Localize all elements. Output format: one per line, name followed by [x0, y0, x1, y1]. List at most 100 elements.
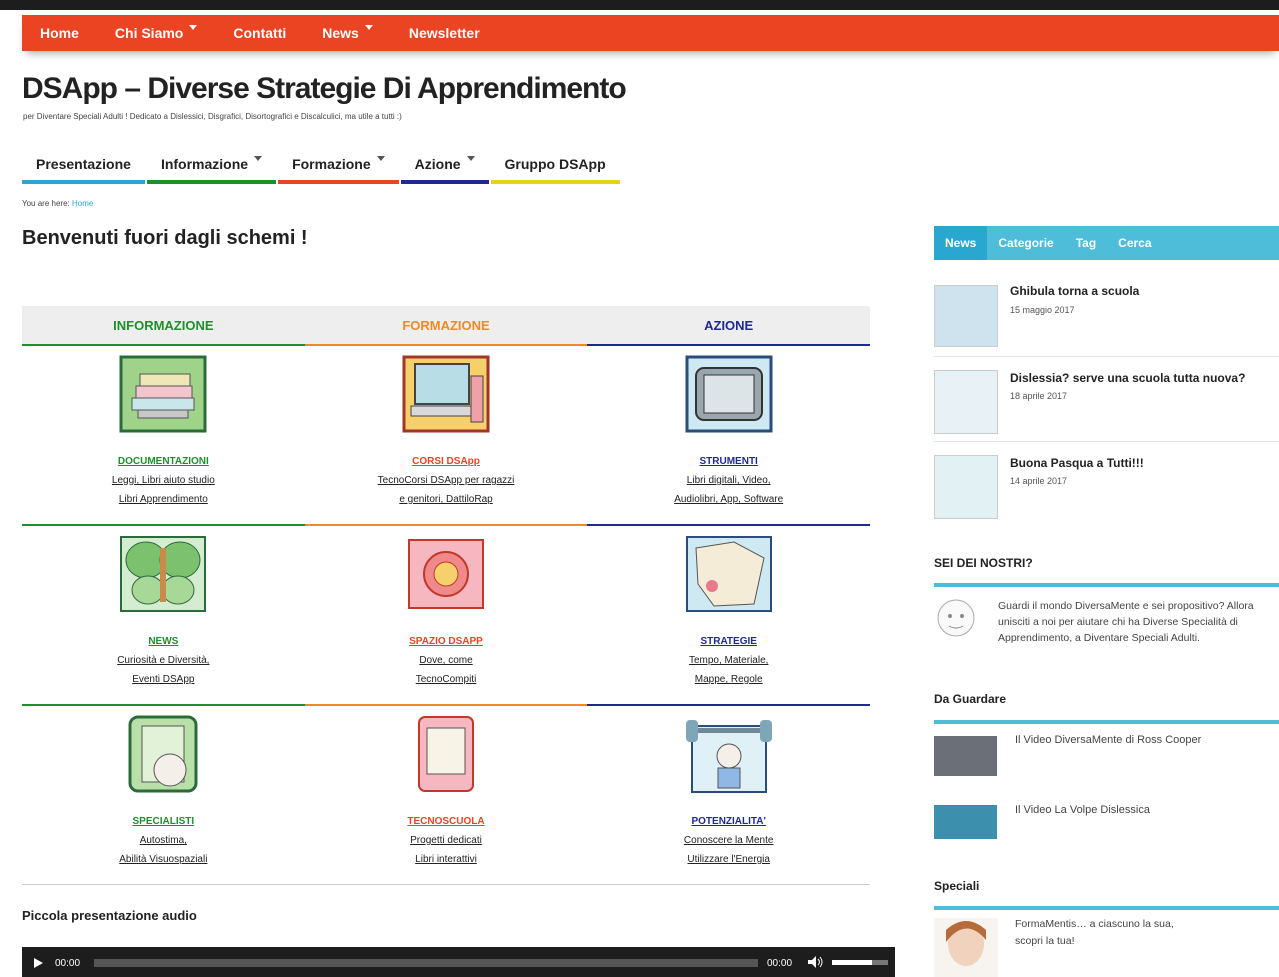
caret-down-icon: [254, 156, 263, 161]
cell-link[interactable]: Progetti dedicati: [410, 835, 482, 846]
video-thumbnail[interactable]: [934, 736, 997, 776]
cell-line[interactable]: Tempo, Materiale,: [587, 655, 870, 666]
site-title[interactable]: DSApp – Diverse Strategie Di Apprendimen…: [22, 72, 627, 106]
cell-line[interactable]: Leggi, Libri aiuto studio: [22, 475, 305, 486]
mainnav-presentazione[interactable]: Presentazione: [22, 150, 145, 186]
cell-link[interactable]: Leggi, Libri aiuto studio: [112, 475, 215, 486]
page-title: Benvenuti fuori dagli schemi !: [22, 227, 308, 249]
cell-line[interactable]: TecnoCorsi DSApp per ragazzi: [305, 475, 588, 486]
news-date: 15 maggio 2017: [1010, 305, 1075, 315]
tab-cerca[interactable]: Cerca: [1107, 226, 1162, 260]
cell-line[interactable]: Mappe, Regole: [587, 674, 870, 685]
avatar[interactable]: [934, 918, 998, 977]
volume-icon[interactable]: [808, 956, 824, 968]
play-icon[interactable]: [34, 958, 43, 968]
specialist-icon[interactable]: [118, 714, 208, 794]
cell-link[interactable]: Libri Apprendimento: [119, 494, 208, 505]
topnav-news[interactable]: News: [304, 15, 391, 51]
cell-title[interactable]: STRUMENTI: [587, 456, 870, 467]
cell-line[interactable]: Libri interattivi: [305, 854, 588, 865]
widget-title-da-guardare: Da Guardare: [934, 692, 1007, 706]
cell-title[interactable]: STRATEGIE: [587, 636, 870, 647]
video-link[interactable]: Il Video La Volpe Dislessica: [1015, 804, 1150, 816]
nav-color-bar: [400, 180, 489, 184]
tablet-icon[interactable]: [684, 354, 774, 434]
video-link[interactable]: Il Video DiversaMente di Ross Cooper: [1015, 734, 1201, 746]
topnav-home[interactable]: Home: [22, 15, 97, 51]
cell-line[interactable]: e genitori, DattiloRap: [305, 494, 588, 505]
speciali-text: FormaMentis… a ciascuno la sua,: [1015, 918, 1174, 930]
cell-link[interactable]: e genitori, DattiloRap: [399, 494, 492, 505]
cell-line[interactable]: Eventi DSApp: [22, 674, 305, 685]
cell-line[interactable]: Progetti dedicati: [305, 835, 588, 846]
progress-track[interactable]: [94, 959, 758, 967]
widget-bar: [934, 720, 1279, 724]
news-divider: [934, 441, 1279, 442]
cell-line[interactable]: Autostima,: [22, 835, 305, 846]
cell-title[interactable]: TECNOSCUOLA: [305, 816, 588, 827]
cell-line[interactable]: Abilità Visuospaziali: [22, 854, 305, 865]
news-title[interactable]: Buona Pasqua a Tutti!!!: [1010, 456, 1144, 470]
cell-link[interactable]: Conoscere la Mente: [684, 835, 774, 846]
butterfly-icon[interactable]: [118, 534, 208, 614]
books-icon[interactable]: [118, 354, 208, 434]
sun-icon[interactable]: [401, 534, 491, 614]
cell-title[interactable]: POTENZIALITA': [587, 816, 870, 827]
news-thumbnail[interactable]: [934, 285, 998, 347]
cell-line[interactable]: Conoscere la Mente: [587, 835, 870, 846]
news-title[interactable]: Dislessia? serve una scuola tutta nuova?: [1010, 371, 1245, 385]
grid-cell: TECNOSCUOLA Progetti dedicati Libri inte…: [305, 706, 588, 884]
mainnav-formazione[interactable]: Formazione: [278, 150, 399, 186]
cell-line[interactable]: Dove, come: [305, 655, 588, 666]
nav-color-bar: [490, 180, 620, 184]
cell-link[interactable]: Eventi DSApp: [132, 674, 194, 685]
speciali-text[interactable]: scopri la tua!: [1015, 935, 1075, 947]
cell-title[interactable]: SPAZIO DSAPP: [305, 636, 588, 647]
cell-link[interactable]: Tempo, Materiale,: [689, 655, 768, 666]
tab-news[interactable]: News: [934, 226, 988, 260]
cell-title[interactable]: NEWS: [22, 636, 305, 647]
mainnav-label: Azione: [414, 156, 461, 172]
cell-link[interactable]: Libri digitali, Video,: [687, 475, 771, 486]
cell-link[interactable]: Audiolibri, App, Software: [674, 494, 783, 505]
cell-link[interactable]: Dove, come: [419, 655, 472, 666]
cell-title[interactable]: SPECIALISTI: [22, 816, 305, 827]
cell-line[interactable]: Utilizzare l'Energia: [587, 854, 870, 865]
cell-link[interactable]: Utilizzare l'Energia: [687, 854, 770, 865]
cell-line[interactable]: Audiolibri, App, Software: [587, 494, 870, 505]
news-thumbnail[interactable]: [934, 370, 998, 434]
cell-link[interactable]: Abilità Visuospaziali: [119, 854, 207, 865]
ebook-icon[interactable]: [401, 714, 491, 794]
weightlifter-icon[interactable]: [684, 714, 774, 794]
cell-line[interactable]: TecnoCompiti: [305, 674, 588, 685]
breadcrumb: You are here: Home: [22, 199, 93, 208]
map-icon[interactable]: [684, 534, 774, 614]
cell-link[interactable]: Libri interattivi: [415, 854, 477, 865]
topnav-newsletter[interactable]: Newsletter: [391, 15, 498, 51]
news-title[interactable]: Ghibula torna a scuola: [1010, 284, 1139, 298]
cell-link[interactable]: TecnoCompiti: [416, 674, 477, 685]
nav-color-bar: [22, 180, 145, 184]
cell-title[interactable]: DOCUMENTAZIONI: [22, 456, 305, 467]
topnav-chi-siamo[interactable]: Chi Siamo: [97, 15, 215, 51]
volume-slider-rest: [872, 960, 888, 965]
cell-line[interactable]: Libri digitali, Video,: [587, 475, 870, 486]
mainnav-azione[interactable]: Azione: [400, 150, 489, 186]
video-thumbnail[interactable]: [934, 805, 997, 839]
computer-icon[interactable]: [401, 354, 491, 434]
cell-link[interactable]: TecnoCorsi DSApp per ragazzi: [378, 475, 515, 486]
cell-link[interactable]: Mappe, Regole: [695, 674, 763, 685]
tab-tag[interactable]: Tag: [1065, 226, 1107, 260]
topnav-contatti[interactable]: Contatti: [215, 15, 304, 51]
tab-categorie[interactable]: Categorie: [987, 226, 1064, 260]
mainnav-informazione[interactable]: Informazione: [146, 150, 277, 186]
news-thumbnail[interactable]: [934, 455, 998, 519]
cell-link[interactable]: Autostima,: [140, 835, 187, 846]
cell-link[interactable]: Curiosità e Diversità,: [117, 655, 209, 666]
mainnav-gruppo-dsapp[interactable]: Gruppo DSApp: [490, 150, 620, 186]
grid-cell: SPECIALISTI Autostima, Abilità Visuospaz…: [22, 706, 305, 884]
cell-title[interactable]: CORSI DSApp: [305, 456, 588, 467]
breadcrumb-home-link[interactable]: Home: [72, 199, 93, 208]
cell-line[interactable]: Curiosità e Diversità,: [22, 655, 305, 666]
cell-line[interactable]: Libri Apprendimento: [22, 494, 305, 505]
